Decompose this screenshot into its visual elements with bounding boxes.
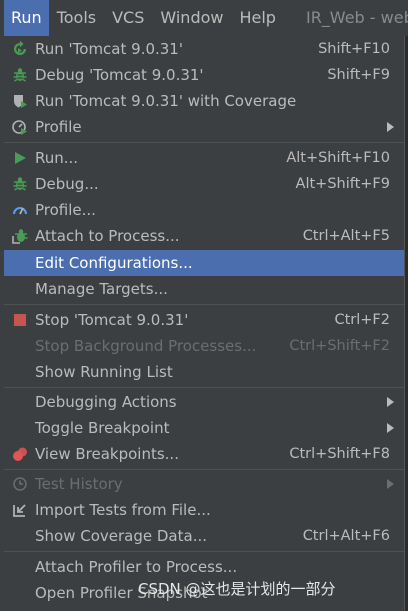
menu-item-shortcut: Ctrl+Alt+F6 xyxy=(302,528,390,544)
menu-item-debug[interactable]: Debug... Alt+Shift+F9 xyxy=(4,171,404,197)
menu-item-label: Profile xyxy=(35,118,82,136)
menu-bar: Run Tools VCS Window Help IR_Web - web.x xyxy=(0,0,408,36)
menu-item-run-with-coverage[interactable]: Run 'Tomcat 9.0.31' with Coverage xyxy=(4,88,404,114)
blank-icon-slot xyxy=(10,279,30,299)
menu-item-shortcut: Shift+F10 xyxy=(318,41,390,57)
clock-icon xyxy=(10,474,30,494)
menu-item-show-running-list[interactable]: Show Running List xyxy=(4,359,404,385)
menu-window[interactable]: Window xyxy=(152,0,231,36)
menu-tools[interactable]: Tools xyxy=(49,0,104,36)
menu-item-profile-config[interactable]: Profile xyxy=(4,114,404,140)
menu-item-shortcut: Ctrl+Shift+F8 xyxy=(289,446,390,462)
submenu-arrow-icon xyxy=(387,397,394,407)
submenu-arrow-icon xyxy=(387,479,394,489)
menu-item-label: Debug 'Tomcat 9.0.31' xyxy=(35,66,204,84)
menu-item-shortcut: Ctrl+F2 xyxy=(334,312,390,328)
gauge-icon xyxy=(10,200,30,220)
menu-item-label: Stop 'Tomcat 9.0.31' xyxy=(35,311,189,329)
menu-item-shortcut: Shift+F9 xyxy=(327,67,390,83)
blank-icon-slot xyxy=(10,526,30,546)
menu-item-edit-configurations[interactable]: Edit Configurations... xyxy=(4,250,404,276)
menu-item-label: Show Running List xyxy=(35,363,173,381)
play-icon xyxy=(10,148,30,168)
menu-item-label: Run 'Tomcat 9.0.31' xyxy=(35,40,183,58)
menu-item-test-history[interactable]: Test History xyxy=(4,471,404,497)
menu-item-view-breakpoints[interactable]: View Breakpoints... Ctrl+Shift+F8 xyxy=(4,441,404,467)
blank-icon-slot xyxy=(10,557,30,577)
menu-item-label: Import Tests from File... xyxy=(35,501,211,519)
menu-separator xyxy=(4,304,404,305)
menu-run[interactable]: Run xyxy=(4,0,49,36)
menu-item-run-config[interactable]: Run 'Tomcat 9.0.31' Shift+F10 xyxy=(4,36,404,62)
menu-item-label: Edit Configurations... xyxy=(35,254,193,272)
menu-item-debug-config[interactable]: Debug 'Tomcat 9.0.31' Shift+F9 xyxy=(4,62,404,88)
blank-icon-slot xyxy=(10,362,30,382)
menu-item-label: View Breakpoints... xyxy=(35,445,179,463)
menu-item-attach-to-process[interactable]: Attach to Process... Ctrl+Alt+F5 xyxy=(4,223,404,249)
menu-item-shortcut: Ctrl+Alt+F5 xyxy=(302,228,390,244)
menu-item-label: Run 'Tomcat 9.0.31' with Coverage xyxy=(35,92,297,110)
menu-separator xyxy=(4,142,404,143)
menu-separator xyxy=(4,387,404,388)
menu-separator xyxy=(4,469,404,470)
blank-icon-slot xyxy=(10,253,30,273)
submenu-arrow-icon xyxy=(387,423,394,433)
menu-item-shortcut: Alt+Shift+F9 xyxy=(295,176,390,192)
menu-item-attach-profiler[interactable]: Attach Profiler to Process... xyxy=(4,554,404,580)
watermark-text: CSDN @这也是计划的一部分 xyxy=(138,580,336,598)
menu-item-run[interactable]: Run... Alt+Shift+F10 xyxy=(4,145,404,171)
menu-help[interactable]: Help xyxy=(231,0,283,36)
menu-vcs[interactable]: VCS xyxy=(104,0,152,36)
menu-item-label: Debugging Actions xyxy=(35,393,177,411)
menu-item-shortcut: Ctrl+Shift+F2 xyxy=(289,338,390,354)
stop-icon xyxy=(10,310,30,330)
menu-item-profile[interactable]: Profile... xyxy=(4,197,404,223)
menu-item-label: Attach to Process... xyxy=(35,227,180,245)
coverage-shield-icon xyxy=(10,91,30,111)
bug-icon xyxy=(10,65,30,85)
menu-item-label: Show Coverage Data... xyxy=(35,527,207,545)
menu-item-label: Run... xyxy=(35,149,79,167)
blank-icon-slot xyxy=(10,418,30,438)
menu-separator xyxy=(4,551,404,552)
menu-item-stop-background-processes[interactable]: Stop Background Processes... Ctrl+Shift+… xyxy=(4,333,404,359)
menu-item-label: Toggle Breakpoint xyxy=(35,419,170,437)
menu-item-label: Test History xyxy=(35,475,123,493)
menu-item-manage-targets[interactable]: Manage Targets... xyxy=(4,276,404,302)
profile-icon xyxy=(10,117,30,137)
menu-item-label: Manage Targets... xyxy=(35,280,168,298)
menu-item-debugging-actions[interactable]: Debugging Actions xyxy=(4,389,404,415)
blank-icon-slot xyxy=(10,336,30,356)
rerun-icon xyxy=(10,39,30,59)
import-icon xyxy=(10,500,30,520)
run-menu-dropdown: Run 'Tomcat 9.0.31' Shift+F10 Debug 'Tom… xyxy=(0,36,405,611)
menu-item-label: Stop Background Processes... xyxy=(35,337,257,355)
breakpoints-icon xyxy=(10,444,30,464)
menu-item-stop[interactable]: Stop 'Tomcat 9.0.31' Ctrl+F2 xyxy=(4,307,404,333)
blank-icon-slot xyxy=(10,392,30,412)
blank-icon-slot xyxy=(10,583,30,603)
menu-item-toggle-breakpoint[interactable]: Toggle Breakpoint xyxy=(4,415,404,441)
menu-item-shortcut: Alt+Shift+F10 xyxy=(286,150,390,166)
attach-bug-icon xyxy=(10,226,30,246)
menu-item-label: Debug... xyxy=(35,175,99,193)
menu-item-label: Attach Profiler to Process... xyxy=(35,558,238,576)
menu-item-show-coverage-data[interactable]: Show Coverage Data... Ctrl+Alt+F6 xyxy=(4,523,404,549)
menu-item-import-tests[interactable]: Import Tests from File... xyxy=(4,497,404,523)
bug-icon xyxy=(10,174,30,194)
project-title: IR_Web - web.x xyxy=(305,8,408,27)
menu-item-label: Profile... xyxy=(35,201,96,219)
submenu-arrow-icon xyxy=(387,122,394,132)
